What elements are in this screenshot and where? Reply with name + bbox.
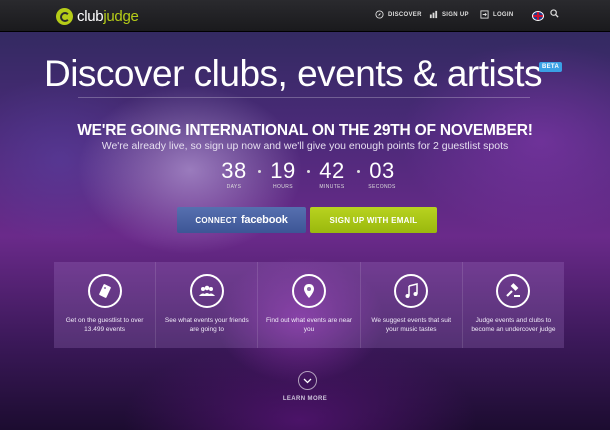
beta-badge: BETA (539, 62, 563, 72)
announcement-headline: WE'RE GOING INTERNATIONAL ON THE 29TH OF… (77, 122, 533, 139)
countdown-days: 38 DAYS (221, 158, 247, 190)
learn-more-chevron-down-icon[interactable] (298, 371, 317, 390)
login-icon (480, 10, 489, 19)
gavel-icon (496, 274, 531, 308)
top-navigation-bar: clubjudge DISCOVER SIGN UP LOGIN (0, 0, 610, 32)
countdown-minutes: 42 MINUTES (319, 158, 345, 190)
feature-nearby: Find out what events are near you (258, 262, 361, 348)
signup-email-button[interactable]: SIGN UP WITH EMAIL (310, 207, 437, 233)
ticket-icon (87, 274, 122, 308)
language-flag-icon[interactable] (532, 11, 544, 21)
signup-icon (429, 10, 438, 19)
learn-more-link[interactable]: LEARN MORE (0, 396, 610, 402)
countdown-hours: 19 HOURS (270, 158, 296, 190)
page-title: Discover clubs, events & artists (43, 53, 543, 94)
compass-icon (375, 10, 384, 19)
feature-friends: See what events your friends are going t… (156, 262, 259, 348)
clubjudge-logo[interactable]: clubjudge (56, 6, 139, 26)
features-panel: Get on the guestlist to over 13.499 even… (54, 262, 565, 348)
countdown-timer: 38 DAYS 19 HOURS 42 MINUTES 03 SECONDS (0, 158, 610, 198)
countdown-separator (307, 170, 310, 173)
nav-signup[interactable]: SIGN UP (429, 10, 469, 19)
title-divider (78, 97, 530, 98)
feature-guestlist: Get on the guestlist to over 13.499 even… (54, 262, 157, 348)
map-pin-icon (292, 274, 326, 308)
friends-icon (189, 274, 224, 308)
logo-icon (56, 7, 73, 25)
logo-text: clubjudge (77, 7, 139, 25)
nav-discover[interactable]: DISCOVER (375, 10, 422, 19)
music-icon (394, 274, 429, 308)
countdown-separator (357, 170, 360, 173)
connect-facebook-button[interactable]: CONNECT facebook (177, 207, 306, 233)
feature-judge: Judge events and clubs to become an unde… (462, 262, 565, 348)
countdown-separator (258, 170, 261, 173)
announcement-subline: We're already live, so sign up now and w… (101, 140, 509, 152)
feature-music: We suggest events that suit your music t… (360, 262, 463, 348)
search-icon[interactable] (550, 9, 559, 18)
nav-login[interactable]: LOGIN (480, 10, 514, 19)
countdown-seconds: 03 SECONDS (368, 158, 396, 190)
